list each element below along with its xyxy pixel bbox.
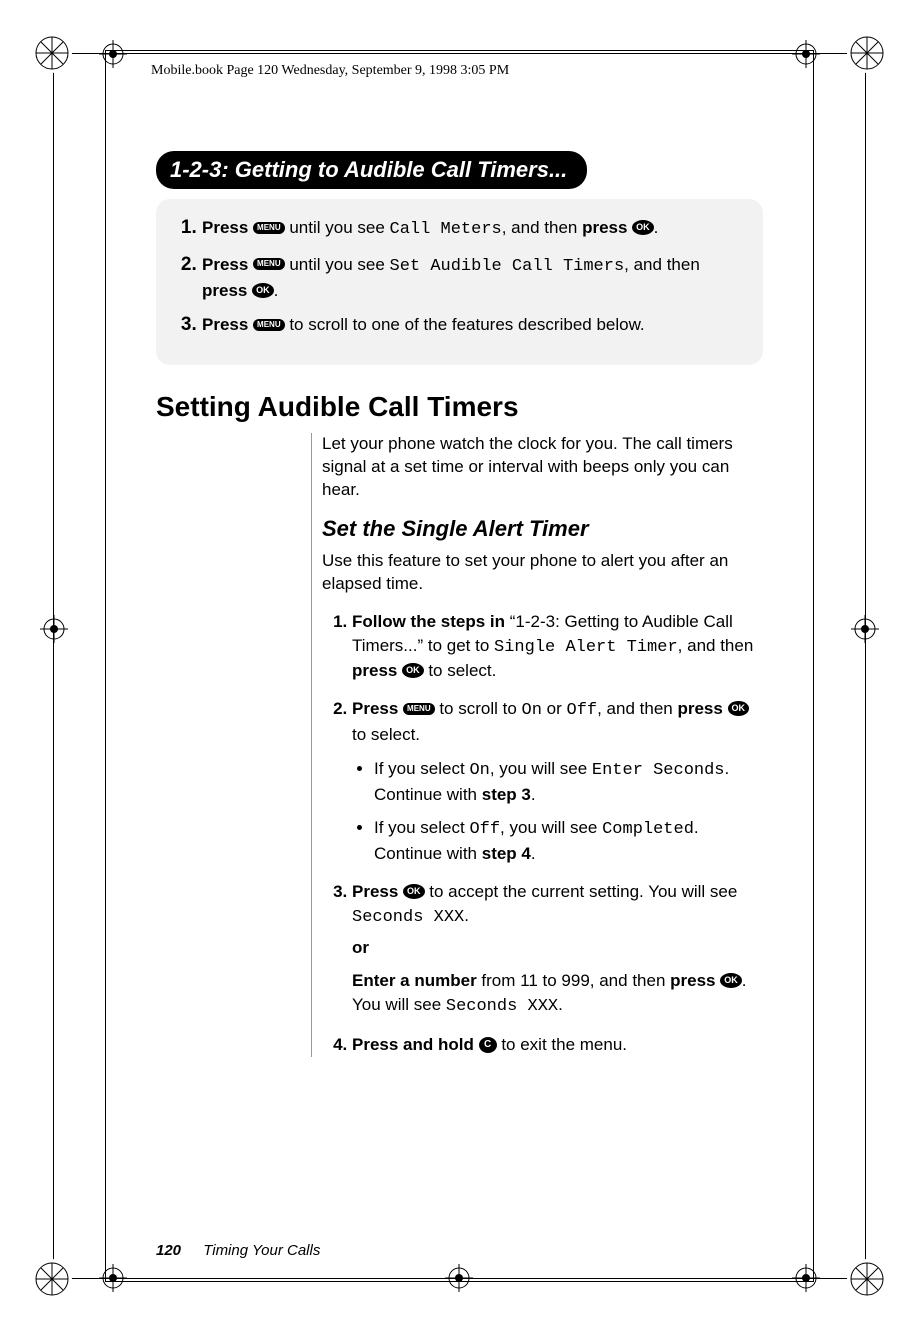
chapter-title: Timing Your Calls — [203, 1242, 320, 1259]
page-number: 120 — [156, 1242, 181, 1259]
registration-mark-icon — [847, 1259, 887, 1299]
menu-button-icon: MENU — [253, 258, 285, 270]
sub-bullets: If you select On, you will see Enter Sec… — [352, 757, 763, 866]
running-header: Mobile.book Page 120 Wednesday, Septembe… — [151, 63, 509, 79]
step-1: Follow the steps in “1-2-3: Getting to A… — [352, 610, 763, 683]
procedure-number: 1-2-3: — [170, 157, 229, 182]
ok-button-icon: OK — [402, 663, 424, 678]
proc-step-2: Press MENU until you see Set Audible Cal… — [202, 252, 749, 303]
registration-mark-icon — [32, 33, 72, 73]
ok-button-icon: OK — [728, 701, 750, 716]
crop-line-right — [865, 40, 866, 1292]
subsection-intro: Use this feature to set your phone to al… — [322, 550, 763, 596]
proc-step-3: Press MENU to scroll to one of the featu… — [202, 312, 749, 337]
ok-button-icon: OK — [252, 283, 274, 298]
page-footer: 120 Timing Your Calls — [156, 1242, 320, 1259]
or-label: or — [352, 936, 763, 960]
menu-button-icon: MENU — [253, 319, 285, 331]
body-column: Let your phone watch the clock for you. … — [311, 433, 763, 1057]
menu-button-icon: MENU — [403, 703, 435, 715]
procedure-title-bar: 1-2-3: Getting to Audible Call Timers... — [156, 151, 587, 189]
bullet-on: If you select On, you will see Enter Sec… — [374, 757, 763, 807]
crop-line-left — [53, 40, 54, 1292]
section-heading: Setting Audible Call Timers — [156, 391, 763, 423]
subsection-heading: Set the Single Alert Timer — [322, 516, 763, 542]
c-button-icon: C — [479, 1037, 497, 1053]
intro-paragraph: Let your phone watch the clock for you. … — [322, 433, 763, 502]
ok-button-icon: OK — [403, 884, 425, 899]
step-4: Press and hold C to exit the menu. — [352, 1033, 763, 1057]
page-frame: Mobile.book Page 120 Wednesday, Septembe… — [105, 50, 814, 1282]
steps-list: Follow the steps in “1-2-3: Getting to A… — [322, 610, 763, 1057]
ok-button-icon: OK — [632, 220, 654, 235]
target-mark-icon — [40, 615, 68, 643]
proc-step-1: Press MENU until you see Call Meters, an… — [202, 215, 749, 242]
ok-button-icon: OK — [720, 973, 742, 988]
menu-button-icon: MENU — [253, 222, 285, 234]
bullet-off: If you select Off, you will see Complete… — [374, 816, 763, 866]
registration-mark-icon — [32, 1259, 72, 1299]
procedure-box: Press MENU until you see Call Meters, an… — [156, 199, 763, 365]
step-3: Press OK to accept the current setting. … — [352, 880, 763, 1019]
step-2: Press MENU to scroll to On or Off, and t… — [352, 697, 763, 866]
page-content: 1-2-3: Getting to Audible Call Timers...… — [156, 151, 763, 1071]
registration-mark-icon — [847, 33, 887, 73]
procedure-title: Getting to Audible Call Timers... — [229, 157, 568, 182]
target-mark-icon — [851, 615, 879, 643]
